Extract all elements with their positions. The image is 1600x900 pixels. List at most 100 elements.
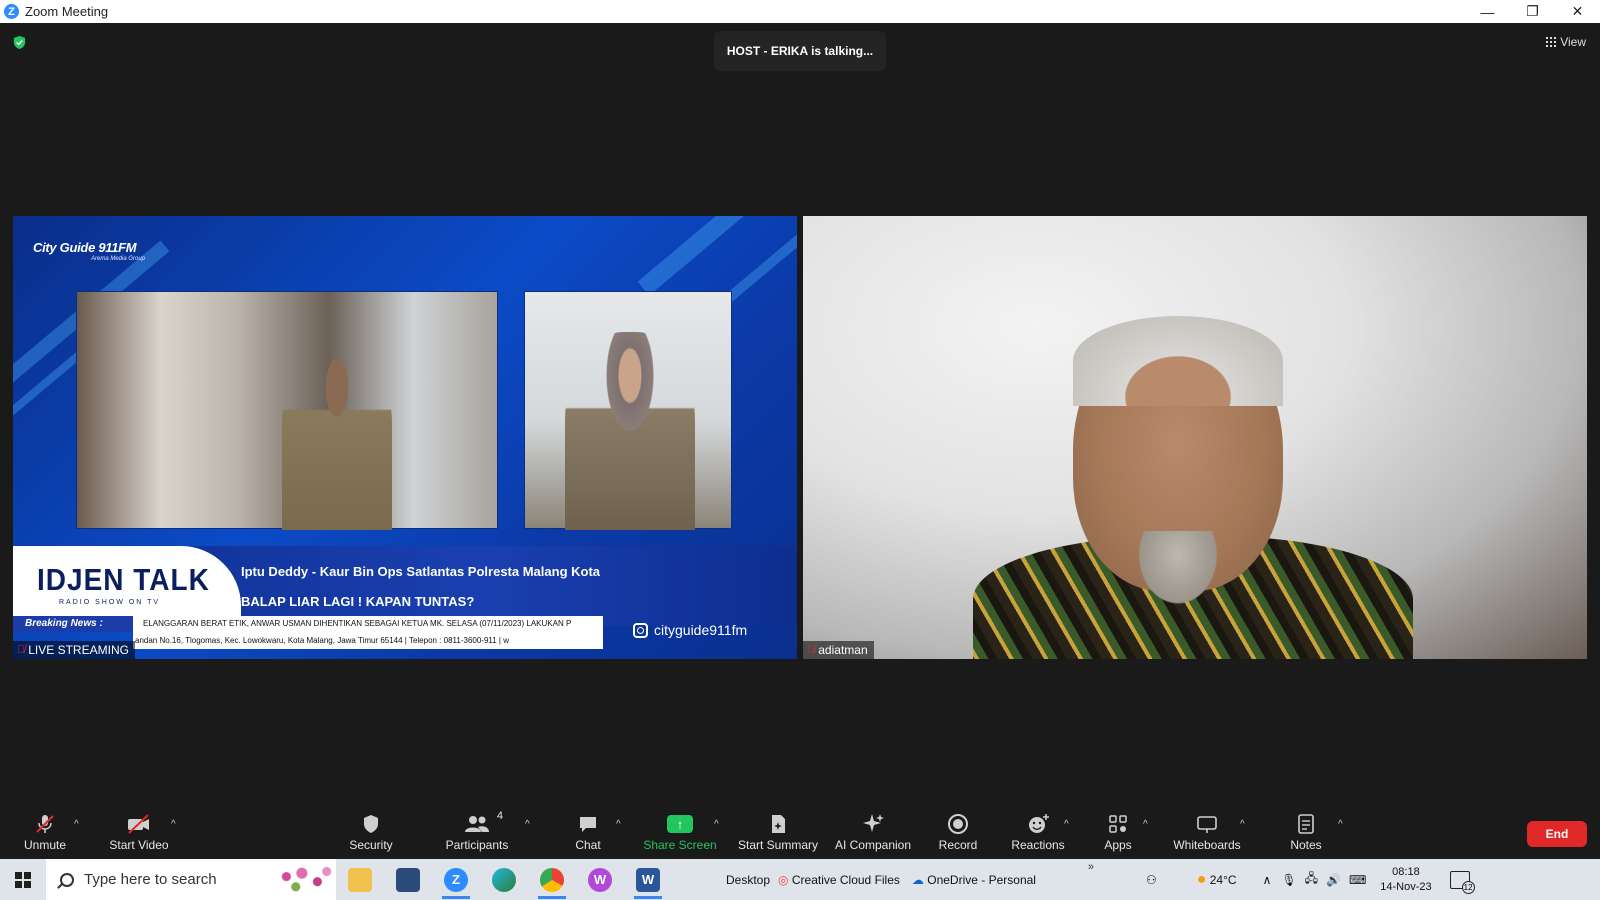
apps-button[interactable]: Apps bbox=[1100, 805, 1136, 859]
network-tray-icon[interactable]: 🖧 bbox=[1305, 869, 1318, 890]
mic-off-icon bbox=[34, 812, 56, 836]
word-icon: W bbox=[636, 867, 660, 892]
windows-taskbar: Type here to search Z W W Desktop ◎ Crea… bbox=[0, 859, 1600, 900]
participants-options-caret[interactable]: ^ bbox=[525, 819, 530, 830]
taskbar-search[interactable]: Type here to search bbox=[46, 859, 336, 900]
notification-count: 12 bbox=[1461, 880, 1475, 894]
close-button[interactable]: ✕ bbox=[1555, 0, 1600, 23]
onedrive-cloud-icon: ☁ bbox=[911, 872, 924, 887]
security-button[interactable]: Security bbox=[346, 805, 396, 859]
chrome-icon bbox=[540, 867, 564, 892]
weather-widget[interactable]: ● 24°C bbox=[1197, 871, 1237, 889]
notification-center-icon[interactable]: 12 bbox=[1449, 870, 1475, 894]
whiteboards-button[interactable]: Whiteboards bbox=[1172, 805, 1242, 859]
stream-camera-guest bbox=[76, 291, 498, 530]
folder-icon bbox=[348, 867, 372, 892]
show-logo-box: IDJEN TALK RADIO SHOW ON TV bbox=[13, 546, 241, 626]
talking-indicator: HOST - ERIKA is talking... bbox=[714, 31, 886, 71]
show-title: IDJEN TALK bbox=[37, 562, 210, 597]
notes-options-caret[interactable]: ^ bbox=[1338, 819, 1343, 830]
participant-hair bbox=[1073, 316, 1283, 406]
whiteboard-icon bbox=[1196, 812, 1218, 836]
zoom-icon: Z bbox=[444, 867, 468, 892]
news-ticker-1: ELANGGARAN BERAT ETIK, ANWAR USMAN DIHEN… bbox=[133, 616, 603, 632]
topic-line: BALAP LIAR LAGI ! KAPAN TUNTAS? bbox=[241, 594, 475, 609]
start-button[interactable] bbox=[0, 859, 46, 900]
show-subtitle: RADIO SHOW ON TV bbox=[59, 599, 161, 606]
taskbar-zoom[interactable]: Z bbox=[432, 859, 480, 900]
taskbar-edge[interactable] bbox=[480, 859, 528, 900]
share-options-caret[interactable]: ^ bbox=[714, 819, 719, 830]
view-button[interactable]: View bbox=[1546, 35, 1586, 49]
muted-mic-icon: 🎙̸ bbox=[17, 644, 26, 656]
apps-options-caret[interactable]: ^ bbox=[1143, 819, 1148, 830]
video-options-caret[interactable]: ^ bbox=[171, 819, 176, 830]
end-meeting-button[interactable]: End bbox=[1527, 821, 1587, 847]
chat-options-caret[interactable]: ^ bbox=[616, 819, 621, 830]
stream-camera-host bbox=[524, 291, 732, 530]
edge-icon bbox=[492, 867, 516, 892]
taskbar-app-window[interactable] bbox=[384, 859, 432, 900]
participant-name-label: 🎙̸ LIVE STREAMING bbox=[13, 641, 135, 659]
taskbar-file-explorer[interactable] bbox=[336, 859, 384, 900]
taskbar-chrome[interactable] bbox=[528, 859, 576, 900]
summary-icon bbox=[768, 812, 788, 836]
keyboard-tray-icon[interactable]: ⌨ bbox=[1349, 873, 1366, 887]
ai-companion-button[interactable]: AI Companion bbox=[833, 805, 913, 859]
muted-mic-icon: 🎙̸ bbox=[807, 644, 816, 656]
window-title: Zoom Meeting bbox=[25, 4, 109, 19]
news-ticker-2: andan No.16, Tlogomas, Kec. Lowokwaru, K… bbox=[133, 632, 603, 649]
people-icon[interactable]: ⚇ bbox=[1146, 873, 1157, 887]
tray-expand-chevron-icon[interactable]: ∧ bbox=[1263, 873, 1272, 887]
participants-count: 4 bbox=[496, 810, 503, 822]
start-summary-button[interactable]: Start Summary bbox=[736, 805, 820, 859]
search-placeholder: Type here to search bbox=[84, 871, 217, 888]
video-off-icon bbox=[126, 812, 152, 836]
record-icon bbox=[947, 812, 969, 836]
record-button[interactable]: Record bbox=[935, 805, 981, 859]
share-screen-button[interactable]: ↑ Share Screen bbox=[643, 805, 717, 859]
security-shield-icon bbox=[361, 812, 381, 836]
instagram-handle: cityguide911fm bbox=[633, 622, 747, 638]
window-titlebar: Z Zoom Meeting — ❐ ✕ bbox=[0, 0, 1600, 23]
creative-cloud-files[interactable]: ◎ Creative Cloud Files bbox=[778, 873, 900, 887]
instagram-icon bbox=[633, 622, 648, 638]
taskbar-clock[interactable]: 08:18 14-Nov-23 bbox=[1380, 865, 1431, 895]
onedrive-personal[interactable]: ☁ OneDrive - Personal bbox=[912, 873, 1036, 887]
host-figure bbox=[565, 332, 695, 530]
sparkle-icon bbox=[861, 812, 885, 836]
smiley-icon bbox=[1026, 812, 1050, 836]
search-highlight-flowers bbox=[274, 863, 336, 897]
taskbar-word[interactable]: W bbox=[624, 859, 672, 900]
desktop-toolbar-label[interactable]: Desktop bbox=[726, 873, 770, 887]
breaking-news-label: Breaking News : bbox=[13, 616, 133, 632]
shield-icon[interactable] bbox=[12, 35, 27, 50]
video-tile-live-streaming[interactable]: City Guide 911FM Arema Media Group IDJEN… bbox=[13, 216, 797, 659]
audio-options-caret[interactable]: ^ bbox=[74, 819, 79, 830]
chat-button[interactable]: Chat bbox=[570, 805, 606, 859]
minimize-button[interactable]: — bbox=[1465, 0, 1510, 23]
participant-beard bbox=[1133, 531, 1223, 611]
notes-button[interactable]: Notes bbox=[1286, 805, 1326, 859]
meeting-toolbar: Unmute ^ Start Video ^ Security 4 Partic… bbox=[0, 805, 1600, 859]
video-tile-adiatman[interactable]: 🎙̸ adiatman bbox=[803, 216, 1587, 659]
clock-date: 14-Nov-23 bbox=[1380, 880, 1432, 893]
toolbar-overflow-chevron[interactable]: » bbox=[1036, 861, 1146, 873]
stream-logo: City Guide 911FM bbox=[33, 240, 137, 255]
volume-tray-icon[interactable]: 🔊 bbox=[1326, 873, 1341, 887]
start-video-button[interactable]: Start Video bbox=[105, 805, 173, 859]
participant-name-label: 🎙̸ adiatman bbox=[803, 641, 874, 659]
whiteboards-options-caret[interactable]: ^ bbox=[1240, 819, 1245, 830]
microphone-tray-icon[interactable]: 🎙 bbox=[1281, 873, 1296, 887]
unmute-button[interactable]: Unmute bbox=[20, 805, 70, 859]
zoom-logo-icon: Z bbox=[4, 4, 19, 19]
creative-cloud-icon: ◎ bbox=[778, 872, 789, 887]
reactions-options-caret[interactable]: ^ bbox=[1064, 819, 1069, 830]
reactions-button[interactable]: Reactions bbox=[1010, 805, 1066, 859]
restore-button[interactable]: ❐ bbox=[1510, 0, 1555, 23]
search-icon bbox=[60, 872, 74, 887]
participants-button[interactable]: 4 Participants bbox=[445, 805, 509, 859]
weather-sun-icon: ● bbox=[1196, 870, 1207, 888]
app-window-icon bbox=[396, 867, 420, 892]
taskbar-wps[interactable]: W bbox=[576, 859, 624, 900]
